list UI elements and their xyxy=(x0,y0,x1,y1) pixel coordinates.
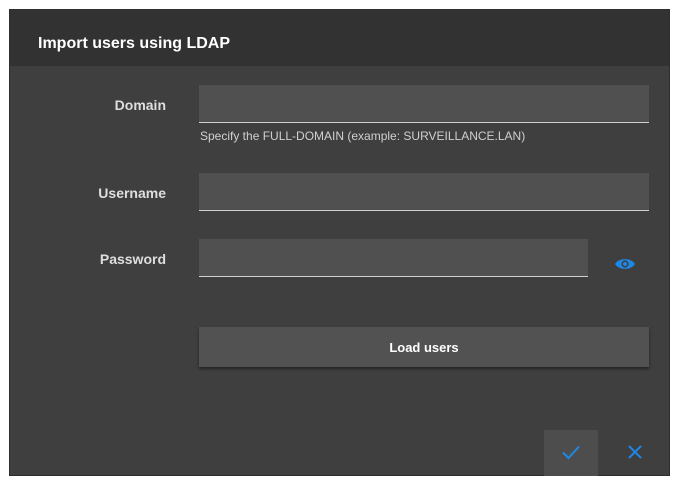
username-input[interactable] xyxy=(199,173,649,211)
domain-hint: Specify the FULL-DOMAIN (example: SURVEI… xyxy=(200,129,526,143)
password-input[interactable] xyxy=(199,239,588,277)
dialog-title: Import users using LDAP xyxy=(38,35,231,52)
ldap-import-dialog: Import users using LDAP Domain Specify t… xyxy=(10,10,669,476)
dialog-titlebar: Import users using LDAP xyxy=(10,10,669,66)
eye-icon[interactable] xyxy=(614,257,636,271)
cancel-button[interactable] xyxy=(612,430,658,476)
username-label: Username xyxy=(98,185,166,201)
password-label: Password xyxy=(99,251,166,267)
confirm-button[interactable] xyxy=(544,430,598,476)
domain-label: Domain xyxy=(114,97,166,113)
load-users-button[interactable]: Load users xyxy=(199,327,649,367)
domain-input[interactable] xyxy=(199,85,649,123)
check-icon xyxy=(561,444,581,463)
close-icon xyxy=(627,444,643,463)
